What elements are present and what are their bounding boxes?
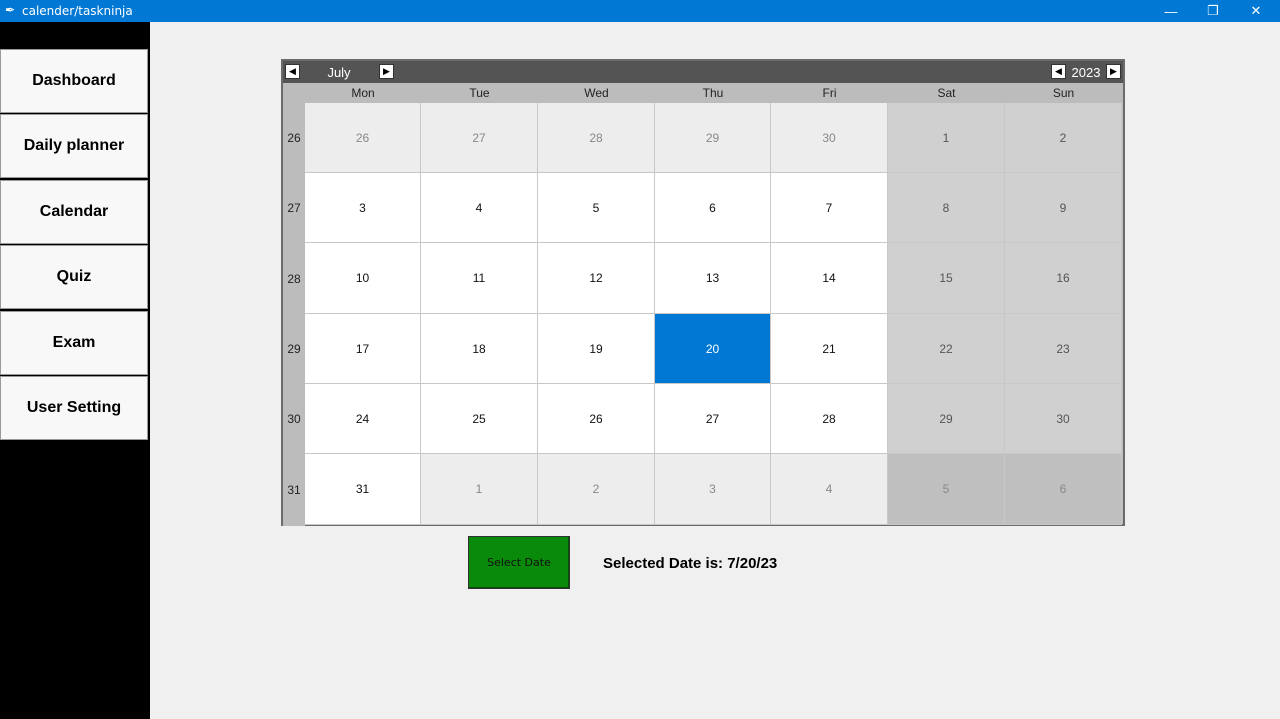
day-cell[interactable]: 14 (771, 243, 888, 314)
day-cell[interactable]: 24 (305, 384, 421, 454)
selected-date-label: Selected Date is: 7/20/23 (603, 555, 778, 572)
day-cell[interactable]: 30 (1005, 384, 1122, 454)
sidebar-item-exam[interactable]: Exam (0, 311, 148, 375)
day-cell[interactable]: 27 (421, 103, 538, 173)
prev-year-button[interactable]: ◀ (1051, 64, 1066, 79)
select-date-button[interactable]: Select Date (468, 536, 570, 589)
day-cell[interactable]: 28 (771, 384, 888, 454)
title-bar: ✒ calender/taskninja — ❐ ✕ (0, 0, 1280, 22)
minimize-button[interactable]: — (1149, 0, 1193, 22)
sidebar-item-quiz[interactable]: Quiz (0, 245, 148, 309)
day-cell[interactable]: 29 (888, 384, 1005, 454)
day-cell[interactable]: 21 (771, 314, 888, 384)
day-cell[interactable]: 9 (1005, 173, 1122, 243)
day-cell[interactable]: 1 (421, 454, 538, 525)
day-cell[interactable]: 23 (1005, 314, 1122, 384)
week-number: 28 (287, 271, 301, 286)
day-cell[interactable]: 4 (421, 173, 538, 243)
quill-icon: ✒ (5, 3, 16, 17)
day-cell[interactable]: 5 (888, 454, 1005, 525)
weekday-label-thu: Thu (702, 86, 724, 100)
weekday-label-sat: Sat (937, 86, 956, 100)
month-label: July (327, 65, 351, 80)
day-cell[interactable]: 22 (888, 314, 1005, 384)
weekday-label-mon: Mon (351, 86, 375, 100)
day-cell[interactable]: 6 (655, 173, 771, 243)
day-cell[interactable]: 12 (538, 243, 655, 314)
weekday-label-tue: Tue (469, 86, 490, 100)
day-cell[interactable]: 15 (888, 243, 1005, 314)
day-cell[interactable]: 1 (888, 103, 1005, 173)
day-cell[interactable]: 4 (771, 454, 888, 525)
day-cell[interactable]: 30 (771, 103, 888, 173)
day-cell[interactable]: 3 (305, 173, 421, 243)
day-cell[interactable]: 2 (1005, 103, 1122, 173)
sidebar-item-dashboard[interactable]: Dashboard (0, 49, 148, 113)
day-grid: 26 27 28 29 30 1 2 3 4 5 6 7 8 9 10 11 12 13 14 15 16 17 18 19 2… (305, 103, 1123, 526)
week-number: 29 (287, 342, 301, 356)
day-cell[interactable]: 19 (538, 314, 655, 384)
day-cell[interactable]: 11 (421, 243, 538, 314)
year-label: 2023 (1071, 65, 1101, 80)
maximize-button[interactable]: ❐ (1191, 0, 1235, 22)
day-cell-selected[interactable]: 20 (655, 314, 771, 384)
prev-month-button[interactable]: ◀ (285, 64, 300, 79)
day-cell[interactable]: 28 (538, 103, 655, 173)
day-cell[interactable]: 16 (1005, 243, 1122, 314)
next-month-button[interactable]: ▶ (379, 64, 394, 79)
day-cell[interactable]: 3 (655, 454, 771, 525)
sidebar: Dashboard Daily planner Calendar Quiz Ex… (0, 22, 150, 719)
day-cell[interactable]: 29 (655, 103, 771, 173)
day-cell[interactable]: 17 (305, 314, 421, 384)
day-cell[interactable]: 26 (538, 384, 655, 454)
weekday-header-row: Mon Tue Wed Thu Fri Sat Sun (305, 83, 1123, 103)
day-cell[interactable]: 31 (305, 454, 421, 525)
sidebar-item-calendar[interactable]: Calendar (0, 180, 148, 244)
weekday-label-wed: Wed (584, 86, 609, 100)
day-cell[interactable]: 18 (421, 314, 538, 384)
day-cell[interactable]: 7 (771, 173, 888, 243)
day-cell[interactable]: 25 (421, 384, 538, 454)
window-title: calender/taskninja (22, 4, 133, 18)
weekday-label-fri: Fri (822, 86, 837, 100)
day-cell[interactable]: 26 (305, 103, 421, 173)
day-cell[interactable]: 10 (305, 243, 421, 314)
week-number: 30 (287, 412, 301, 426)
sidebar-item-user-setting[interactable]: User Setting (0, 376, 148, 440)
day-cell[interactable]: 13 (655, 243, 771, 314)
week-number: 31 (287, 482, 301, 497)
week-number: 26 (287, 131, 301, 145)
week-number: 27 (287, 201, 301, 215)
week-number-column: 26 27 28 29 30 31 (283, 103, 305, 526)
day-cell[interactable]: 5 (538, 173, 655, 243)
calendar-header: ◀ July ▶ ◀ 2023 ▶ (283, 61, 1123, 83)
sidebar-item-daily-planner[interactable]: Daily planner (0, 114, 148, 178)
day-cell[interactable]: 8 (888, 173, 1005, 243)
day-cell[interactable]: 27 (655, 384, 771, 454)
next-year-button[interactable]: ▶ (1106, 64, 1121, 79)
calendar-widget: ◀ July ▶ ◀ 2023 ▶ Mon Tue Wed Thu Fri Sat Sun … (281, 59, 1125, 526)
close-button[interactable]: ✕ (1234, 0, 1278, 22)
day-cell[interactable]: 6 (1005, 454, 1122, 525)
day-cell[interactable]: 2 (538, 454, 655, 525)
weekday-label-sun: Sun (1052, 86, 1075, 100)
